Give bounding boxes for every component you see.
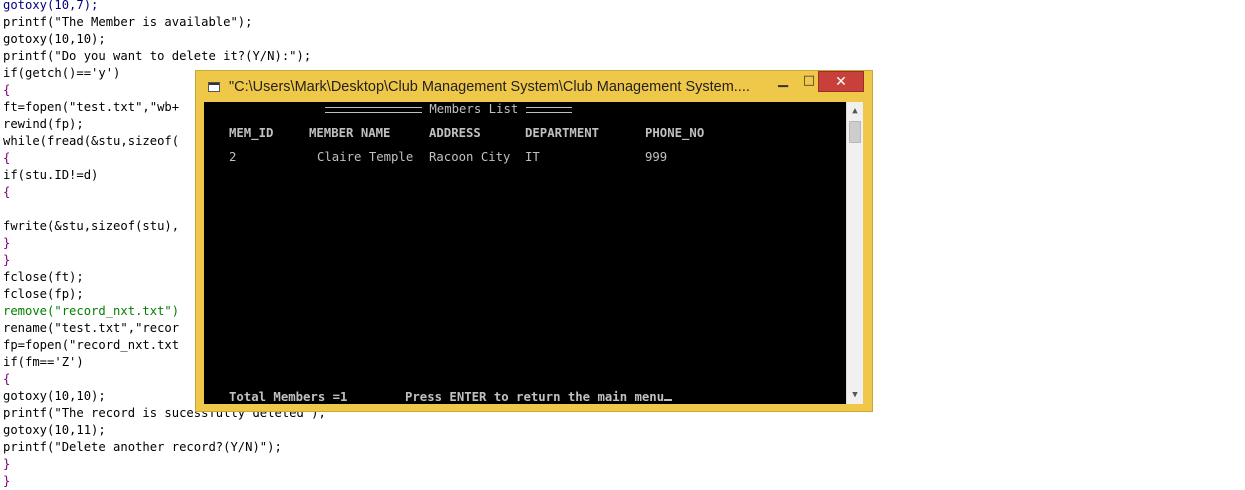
code-line: gotoxy(10,11); [3, 423, 106, 437]
double-rule [525, 106, 572, 113]
column-header-member-name: MEMBER NAME [309, 126, 391, 140]
code-line: printf("Delete another record?(Y/N)"); [3, 440, 282, 454]
code-line: remove("record_nxt.txt") [3, 304, 180, 318]
console-output[interactable]: Members List MEM_ID MEMBER NAME ADDRESS … [204, 102, 863, 404]
window-title: "C:\Users\Mark\Desktop\Club Management S… [229, 79, 750, 95]
column-header-department: DEPARTMENT [525, 126, 600, 140]
title-bar[interactable]: "C:\Users\Mark\Desktop\Club Management S… [196, 71, 872, 102]
code-line: while(fread(&stu,sizeof( [3, 134, 180, 148]
code-line: if(fm=='Z') [3, 355, 84, 369]
code-line: { [3, 185, 11, 199]
code-line: fwrite(&stu,sizeof(stu), [3, 219, 180, 233]
minimize-button[interactable]: ▁ [770, 71, 796, 92]
scroll-thumb[interactable] [849, 121, 861, 143]
code-line: if(getch()=='y') [3, 66, 121, 80]
vertical-scrollbar[interactable]: ▲ ▼ [846, 102, 863, 404]
member-department-cell: IT [525, 150, 540, 164]
text-cursor [664, 399, 673, 401]
column-header-phone-no: PHONE_NO [645, 126, 705, 140]
member-name-cell: Claire Temple [317, 150, 414, 164]
member-address-cell: Racoon City [429, 150, 511, 164]
double-rule [325, 106, 422, 113]
members-list-title: Members List [429, 102, 519, 116]
code-line: fp=fopen("record_nxt.txt [3, 338, 180, 352]
code-line: } [3, 457, 11, 471]
console-window[interactable]: "C:\Users\Mark\Desktop\Club Management S… [195, 70, 873, 412]
code-line: { [3, 372, 11, 386]
code-line: gotoxy(10,10); [3, 32, 106, 46]
code-line: gotoxy(10,7); [3, 0, 99, 12]
return-prompt: Press ENTER to return the main menu [405, 389, 673, 404]
code-line: gotoxy(10,10); [3, 389, 106, 403]
code-line: } [3, 474, 11, 488]
scroll-down-arrow-icon[interactable]: ▼ [847, 388, 863, 402]
code-line: fclose(fp); [3, 287, 84, 301]
code-line: } [3, 253, 11, 267]
member-id-cell: 2 [229, 150, 237, 164]
code-line: } [3, 236, 11, 250]
code-line: printf("Do you want to delete it?(Y/N):"… [3, 49, 312, 63]
code-line: printf("The Member is available"); [3, 15, 253, 29]
column-header-address: ADDRESS [429, 126, 481, 140]
code-line: { [3, 83, 11, 97]
code-line: rename("test.txt","recor [3, 321, 180, 335]
column-header-mem-id: MEM_ID [229, 126, 274, 140]
console-app-icon[interactable] [208, 82, 220, 92]
code-line: fclose(ft); [3, 270, 84, 284]
code-line: rewind(fp); [3, 117, 84, 131]
member-phone-cell: 999 [645, 150, 668, 164]
members-list-header: Members List [325, 102, 572, 117]
return-prompt-text: Press ENTER to return the main menu [405, 390, 665, 404]
total-members: Total Members =1 [229, 390, 348, 404]
scroll-up-arrow-icon[interactable]: ▲ [847, 104, 863, 118]
code-line: ft=fopen("test.txt","wb+ [3, 100, 180, 114]
close-button[interactable]: ✕ [818, 71, 864, 92]
code-line: { [3, 151, 11, 165]
code-line: if(stu.ID!=d) [3, 168, 99, 182]
